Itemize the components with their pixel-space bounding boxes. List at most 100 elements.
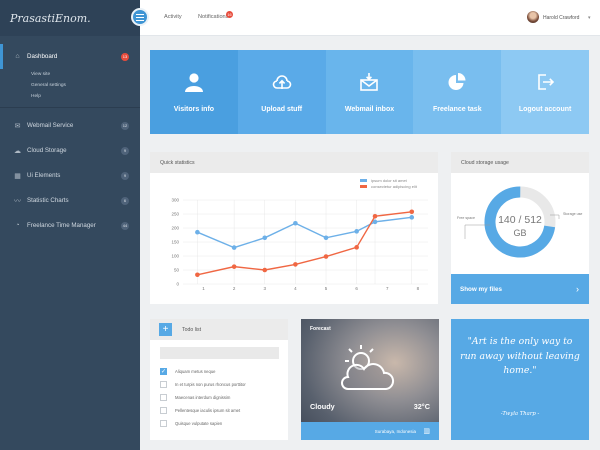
x-tick-label: 4: [294, 286, 297, 291]
data-point: [231, 264, 237, 269]
x-tick-label: 6: [355, 286, 358, 291]
forecast-condition: Cloudy: [310, 402, 335, 411]
logo[interactable]: PrasastiEnom.: [0, 0, 140, 36]
y-tick-label: 150: [171, 240, 179, 245]
todo-input[interactable]: [160, 347, 279, 359]
tile-logout-account[interactable]: Logout account: [501, 50, 589, 134]
checkbox[interactable]: [160, 420, 167, 427]
chevron-right-icon: ›: [576, 284, 579, 294]
checkbox[interactable]: [160, 407, 167, 414]
data-point: [293, 262, 298, 267]
data-point: [231, 245, 237, 250]
mail-icon: ✉: [14, 122, 21, 130]
todo-list-card: + Todo list ✓ Aliquam metus neque In et t…: [150, 319, 288, 440]
top-bar: Activity Notifications 16 Harold Crawfor…: [140, 0, 600, 36]
card-title: Todo list: [182, 326, 202, 333]
add-todo-button[interactable]: +: [159, 323, 172, 336]
sidebar-item-label: Webmail Service: [27, 122, 74, 129]
sidebar-item-freelance-time-manager[interactable]: ◔ Freelance Time Manager 44: [0, 213, 140, 238]
ui-count-badge: 9: [121, 171, 129, 180]
grid-icon: ▦: [14, 172, 21, 180]
pie-icon: [448, 72, 466, 90]
map-icon[interactable]: ▥: [423, 427, 430, 435]
cloudy-weather-icon: [341, 345, 395, 390]
x-tick-label: 2: [233, 286, 236, 291]
todo-text: Quisque vulputate sapien: [175, 421, 223, 426]
notifications-link[interactable]: Notifications: [198, 14, 228, 20]
checkbox[interactable]: [160, 394, 167, 401]
data-point: [323, 235, 329, 241]
todo-text: In et turpis non purus rhoncus porttitor: [175, 382, 246, 387]
checkbox[interactable]: ✓: [160, 368, 167, 375]
sidebar-nav: ⌂ Dashboard 13 View site General setting…: [0, 44, 140, 238]
webmail-count-badge: 12: [121, 121, 129, 130]
todo-item[interactable]: Maecenas interdum dignissim: [160, 394, 230, 401]
sidebar-subitem-help[interactable]: Help: [0, 91, 140, 102]
sidebar-item-dashboard[interactable]: ⌂ Dashboard 13: [0, 44, 140, 69]
show-my-files-button[interactable]: Show my files ›: [451, 274, 589, 304]
free-space-label: Free space: [457, 216, 475, 220]
quote-card: "Art is the only way to run away without…: [451, 319, 589, 440]
logout-icon: [538, 73, 555, 90]
x-tick-label: 1: [202, 286, 205, 291]
sidebar-item-label: Statistic Charts: [27, 197, 69, 204]
tile-webmail-inbox[interactable]: Webmail inbox: [325, 50, 414, 134]
quick-statistics-card: Quick statistics ipsum dolor sit amet co…: [150, 152, 438, 304]
sidebar: PrasastiEnom. ⌂ Dashboard 13 View site G…: [0, 0, 140, 450]
chevron-down-icon[interactable]: ▾: [588, 15, 591, 21]
logo-text: PrasastiEnom.: [10, 11, 91, 25]
sidebar-subitem-general-settings[interactable]: General settings: [0, 80, 140, 91]
tile-freelance-task[interactable]: Freelance task: [413, 50, 502, 134]
user-name[interactable]: Harold Crawford: [543, 15, 579, 21]
sidebar-item-label: Dashboard: [27, 53, 58, 60]
tile-label: Visitors info: [173, 105, 215, 113]
forecast-temperature: 32°C: [413, 402, 430, 411]
sidebar-item-cloud-storage[interactable]: ☁ Cloud Storage 9: [0, 138, 140, 163]
storage-usage-value: 140 / 512: [498, 214, 542, 226]
forecast-location-bar[interactable]: Surabaya, Indonesia ▥: [301, 422, 439, 440]
todo-item[interactable]: Quisque vulputate sapien: [160, 420, 222, 427]
tile-label: Freelance task: [432, 105, 482, 113]
x-tick-label: 3: [264, 286, 267, 291]
sidebar-divider: [0, 107, 140, 108]
x-tick-label: 8: [417, 286, 420, 291]
sidebar-item-label: Cloud Storage: [27, 147, 67, 154]
sidebar-item-label: Freelance Time Manager: [27, 222, 96, 229]
tile-upload-stuff[interactable]: Upload stuff: [237, 50, 326, 134]
data-point: [195, 272, 200, 278]
y-tick-label: 0: [176, 282, 179, 287]
upload-icon: [272, 74, 291, 89]
x-tick-label: 7: [386, 286, 389, 291]
sidebar-item-label: Ui Elements: [27, 172, 61, 179]
y-tick-label: 100: [171, 254, 179, 259]
y-tick-label: 200: [171, 226, 179, 231]
sidebar-item-webmail[interactable]: ✉ Webmail Service 12: [0, 113, 140, 138]
y-tick-label: 300: [171, 198, 179, 203]
sidebar-subitem-view-site[interactable]: View site: [0, 69, 140, 80]
forecast-location: Surabaya, Indonesia: [374, 428, 416, 434]
user-icon: [184, 72, 203, 92]
todo-item[interactable]: In et turpis non purus rhoncus porttitor: [160, 381, 246, 388]
quote-author: -Twyla Tharp -: [500, 411, 540, 417]
menu-toggle-button[interactable]: [131, 8, 149, 26]
todo-text: Aliquam metus neque: [175, 369, 216, 374]
quote-text: "Art is the only way to run away without…: [460, 336, 580, 376]
todo-item[interactable]: ✓ Aliquam metus neque: [160, 368, 216, 375]
todo-item[interactable]: Pellentesque iaculis ipsum sit amet: [160, 407, 240, 414]
data-point: [372, 213, 378, 219]
chart-icon: 〰: [14, 197, 21, 205]
tile-label: Webmail inbox: [344, 105, 395, 113]
checkbox[interactable]: [160, 381, 167, 388]
activity-link[interactable]: Activity: [164, 14, 182, 20]
data-point: [354, 229, 359, 234]
todo-text: Pellentesque iaculis ipsum sit amet: [175, 408, 241, 413]
tile-visitors-info[interactable]: Visitors info: [150, 50, 238, 134]
data-point: [262, 235, 268, 241]
sidebar-item-ui-elements[interactable]: ▦ Ui Elements 9: [0, 163, 140, 188]
cloud-count-badge: 9: [121, 146, 129, 155]
data-point: [323, 254, 329, 259]
avatar[interactable]: [527, 11, 539, 23]
sidebar-item-statistic-charts[interactable]: 〰 Statistic Charts 6: [0, 188, 140, 213]
tile-label: Upload stuff: [261, 105, 303, 113]
dashboard-count-badge: 13: [121, 52, 129, 61]
